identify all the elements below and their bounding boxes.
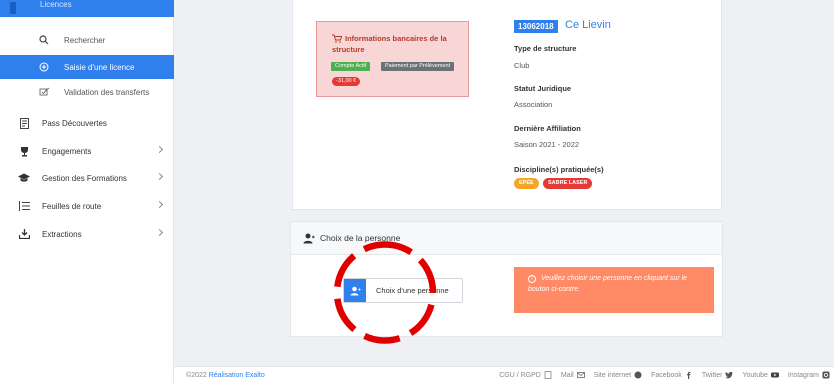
- cart-icon: [332, 34, 343, 43]
- sidebar-item-saisie-licence[interactable]: Saisie d'une licence: [0, 55, 174, 79]
- footer-link-twitter[interactable]: Twitter: [702, 371, 734, 379]
- last-affiliation-label: Dernière Affiliation: [514, 124, 581, 133]
- sidebar: Licences Rechercher Saisie d'une licence…: [0, 0, 174, 383]
- last-affiliation-value: Saison 2021 - 2022: [514, 140, 580, 149]
- discipline-tag: SABRE LASER: [543, 178, 593, 189]
- account-status-badge: Compte Actif: [331, 62, 371, 71]
- sidebar-item-label: Validation des transferts: [64, 87, 150, 97]
- mail-icon: [576, 372, 585, 378]
- structure-type-value: Club: [514, 61, 530, 70]
- search-icon: [38, 34, 50, 46]
- chevron-right-icon: [155, 228, 164, 237]
- sidebar-item-engagements[interactable]: Engagements: [0, 139, 174, 163]
- document-icon: [544, 371, 552, 379]
- card-icon: [18, 117, 30, 129]
- graduation-cap-icon: [18, 172, 30, 184]
- chevron-right-icon: [155, 145, 164, 154]
- sidebar-item-feuilles-route[interactable]: Feuilles de route: [0, 194, 174, 218]
- sidebar-item-label: Rechercher: [64, 35, 106, 45]
- structure-id-badge: 13062018: [514, 20, 558, 33]
- sidebar-item-label: Licences: [40, 0, 72, 9]
- sidebar-item-rechercher[interactable]: Rechercher: [0, 28, 174, 52]
- balance-badge: -31,00 €: [332, 77, 361, 86]
- footer-link-instagram[interactable]: Instagram: [788, 371, 830, 379]
- sidebar-item-label: Feuilles de route: [42, 201, 102, 211]
- sidebar-item-label: Extractions: [42, 229, 82, 239]
- chevron-right-icon: [155, 200, 164, 209]
- choose-person-warning: ! Veuillez choisir une personne en cliqua…: [514, 267, 714, 313]
- plus-circle-icon: [38, 61, 50, 73]
- list-icon: [18, 200, 30, 212]
- footer-link-youtube[interactable]: Youtube: [742, 371, 779, 379]
- sidebar-item-licences[interactable]: Licences: [0, 0, 174, 17]
- payment-method-badge: Paiement par Prélèvement: [381, 62, 455, 71]
- footer-link-site[interactable]: Site internet: [594, 371, 642, 379]
- disciplines-label: Discipline(s) pratiquée(s): [514, 165, 604, 174]
- trophy-icon: [18, 145, 30, 157]
- sidebar-item-extractions[interactable]: Extractions: [0, 222, 174, 246]
- download-icon: [18, 228, 30, 240]
- facebook-icon: [686, 372, 691, 379]
- annotation-circle: [333, 241, 437, 344]
- footer-link-cgu[interactable]: CGU / RGPD: [499, 371, 552, 379]
- sidebar-item-validation-transferts[interactable]: Validation des transferts: [0, 80, 174, 104]
- footer-credit: ©2022 Réalisation Exalto: [186, 372, 265, 379]
- sidebar-item-label: Pass Découvertes: [42, 118, 107, 128]
- structure-info-card: Informations bancaires de la structure C…: [292, 0, 722, 210]
- bank-info-panel: Informations bancaires de la structure C…: [316, 21, 469, 97]
- credit-link[interactable]: Réalisation Exalto: [209, 372, 265, 379]
- sidebar-item-label: Engagements: [42, 146, 92, 156]
- sidebar-item-label: Gestion des Formations: [42, 173, 127, 183]
- user-icon: [303, 233, 315, 246]
- globe-icon: [634, 371, 642, 379]
- structure-type-label: Type de structure: [514, 44, 577, 53]
- structure-name: Ce Lievin: [565, 19, 611, 31]
- youtube-icon: [770, 372, 779, 378]
- instagram-icon: [822, 371, 830, 379]
- footer-link-facebook[interactable]: Facebook: [651, 371, 693, 379]
- sidebar-item-pass-decouvertes[interactable]: Pass Découvertes: [0, 111, 174, 135]
- legal-status-label: Statut Juridique: [514, 84, 572, 93]
- sidebar-item-gestion-formations[interactable]: Gestion des Formations: [0, 166, 174, 190]
- info-icon: !: [528, 275, 536, 283]
- sidebar-item-label: Saisie d'une licence: [64, 62, 135, 72]
- twitter-icon: [725, 371, 734, 379]
- discipline-tag: EPÉE: [514, 178, 539, 189]
- transfer-check-icon: [38, 86, 50, 98]
- chevron-right-icon: [155, 172, 164, 181]
- legal-status-value: Association: [514, 100, 553, 109]
- logo-mark: [10, 2, 16, 14]
- footer-link-mail[interactable]: Mail: [561, 371, 585, 379]
- bank-info-title: Informations bancaires de la structure: [332, 34, 447, 54]
- footer: ©2022 Réalisation Exalto CGU / RGPD Mail…: [174, 366, 834, 383]
